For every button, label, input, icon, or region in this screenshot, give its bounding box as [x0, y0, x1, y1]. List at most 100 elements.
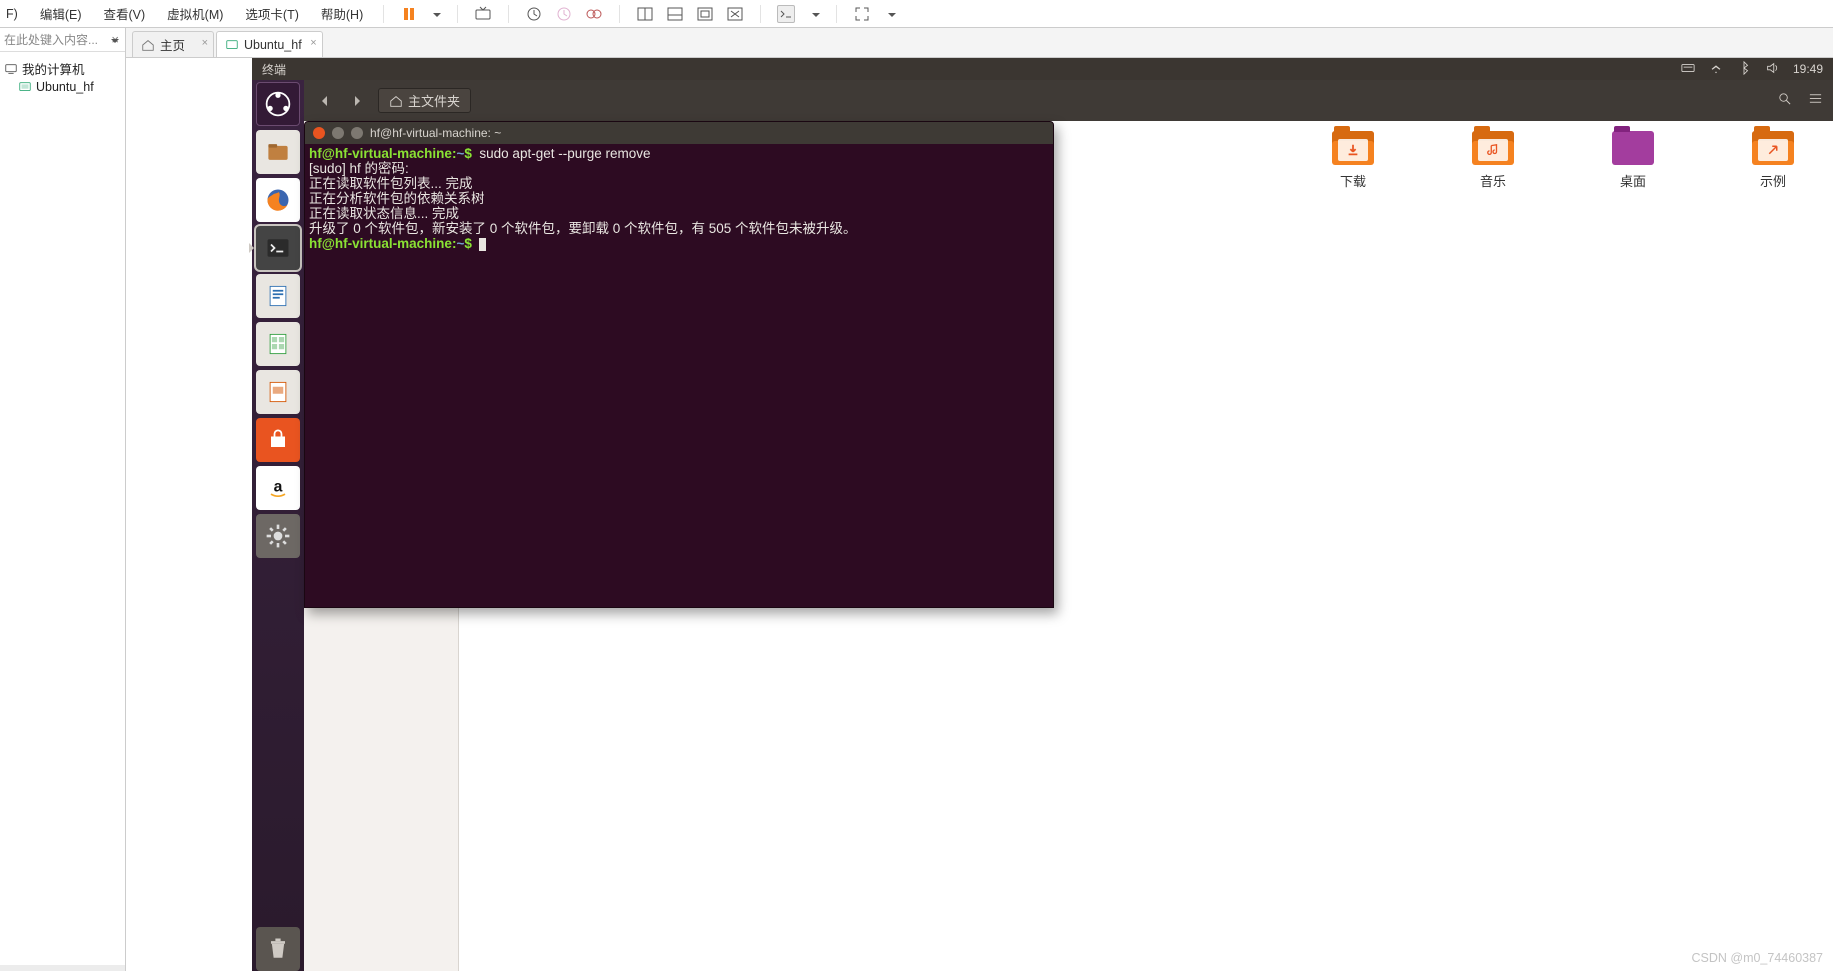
nav-back-button[interactable]: [314, 90, 336, 112]
tree-item-label: Ubuntu_hf: [36, 80, 94, 94]
vm-icon: [225, 38, 239, 52]
host-body: × 在此处键入内容... 我的计算机 Ubuntu_hf 主页 ×: [0, 28, 1833, 971]
search-placeholder: 在此处键入内容...: [4, 31, 98, 48]
watermark: CSDN @m0_74460387: [1691, 951, 1823, 965]
menu-view[interactable]: 查看(V): [99, 2, 149, 25]
tree-root-label: 我的计算机: [22, 59, 85, 78]
terminal-command: sudo apt-get --purge remove: [479, 146, 650, 161]
menu-help[interactable]: 帮助(H): [317, 2, 367, 25]
terminal-line: 正在分析软件包的依赖关系树: [309, 191, 485, 206]
search-dropdown-icon[interactable]: [111, 39, 119, 47]
terminal-line: 正在读取状态信息... 完成: [309, 206, 459, 221]
dash-icon[interactable]: [256, 82, 300, 126]
firefox-icon[interactable]: [256, 178, 300, 222]
path-label: 主文件夹: [408, 91, 460, 110]
clock[interactable]: 19:49: [1793, 62, 1823, 76]
keyboard-icon[interactable]: [1681, 61, 1695, 78]
library-tree: 我的计算机 Ubuntu_hf: [0, 52, 125, 101]
view-list-icon[interactable]: [1808, 91, 1823, 111]
active-app-title: 终端: [262, 61, 286, 78]
writer-icon[interactable]: [256, 274, 300, 318]
snapshot-group: [525, 5, 603, 23]
system-settings-icon[interactable]: [256, 514, 300, 558]
console-view-icon[interactable]: [777, 5, 795, 23]
terminal-icon[interactable]: [256, 226, 300, 270]
vm-tab-bar: 主页 × Ubuntu_hf ×: [126, 28, 1833, 58]
computer-icon: [4, 62, 18, 76]
folder-label: 示例: [1760, 171, 1786, 190]
folder-download[interactable]: 下载: [1323, 131, 1383, 190]
view-split-icon[interactable]: [636, 5, 654, 23]
sidebar-resize-handle[interactable]: [0, 965, 125, 971]
window-minimize-icon[interactable]: [332, 127, 344, 139]
view-unity-icon[interactable]: [696, 5, 714, 23]
terminal-line: 升级了 0 个软件包，新安装了 0 个软件包，要卸载 0 个软件包，有 505 …: [309, 221, 857, 236]
vm-power-group: [400, 5, 441, 23]
prompt-user: hf@hf-virtual-machine: [309, 146, 452, 161]
files-icon[interactable]: [256, 130, 300, 174]
folder-desktop[interactable]: 桌面: [1603, 131, 1663, 190]
separator: [836, 5, 837, 23]
folder-label: 音乐: [1480, 171, 1506, 190]
snapshot-revert-icon[interactable]: [555, 5, 573, 23]
terminal-titlebar[interactable]: hf@hf-virtual-machine: ~: [305, 122, 1053, 144]
window-maximize-icon[interactable]: [351, 127, 363, 139]
tree-root-my-computer[interactable]: 我的计算机: [4, 58, 121, 79]
separator: [619, 5, 620, 23]
ubuntu-top-bar: 终端 19:49: [252, 58, 1833, 80]
network-icon[interactable]: [1709, 61, 1723, 78]
cursor: [479, 238, 486, 251]
guest-ubuntu-screen: 终端 19:49 主文件夹: [252, 58, 1833, 971]
menu-edit[interactable]: 编辑(E): [36, 2, 86, 25]
tab-home[interactable]: 主页 ×: [132, 31, 214, 57]
bluetooth-icon[interactable]: [1737, 61, 1751, 78]
nautilus-toolbar: 主文件夹: [304, 80, 1833, 121]
library-search[interactable]: 在此处键入内容...: [0, 28, 125, 52]
tab-home-label: 主页: [160, 35, 185, 54]
terminal-window[interactable]: hf@hf-virtual-machine: ~ hf@hf-virtual-m…: [304, 121, 1054, 608]
path-bar[interactable]: 主文件夹: [378, 88, 471, 113]
menu-tabs[interactable]: 选项卡(T): [241, 2, 302, 25]
tab-ubuntu-hf[interactable]: Ubuntu_hf ×: [216, 31, 323, 57]
terminal-line: [sudo] hf 的密码:: [309, 161, 409, 176]
impress-icon[interactable]: [256, 370, 300, 414]
separator: [457, 5, 458, 23]
system-indicators: 19:49: [1681, 61, 1823, 78]
folder-icons-row: 下载 音乐 桌面 示例: [1323, 131, 1803, 190]
send-ctrl-alt-del-icon[interactable]: [474, 5, 492, 23]
menu-file-suffix[interactable]: F): [2, 5, 22, 23]
snapshot-manage-icon[interactable]: [585, 5, 603, 23]
folder-examples[interactable]: 示例: [1743, 131, 1803, 190]
calc-icon[interactable]: [256, 322, 300, 366]
menu-vm[interactable]: 虚拟机(M): [163, 2, 227, 25]
folder-music[interactable]: 音乐: [1463, 131, 1523, 190]
window-close-icon[interactable]: [313, 127, 325, 139]
close-icon[interactable]: ×: [310, 37, 316, 49]
search-icon[interactable]: [1777, 91, 1792, 111]
console-dropdown-icon[interactable]: [812, 13, 820, 21]
view-exclusive-icon[interactable]: [726, 5, 744, 23]
prompt-user: hf@hf-virtual-machine: [309, 236, 452, 251]
terminal-title: hf@hf-virtual-machine: ~: [370, 126, 501, 140]
close-icon[interactable]: ×: [202, 37, 208, 49]
power-dropdown-icon[interactable]: [433, 13, 441, 21]
terminal-body[interactable]: hf@hf-virtual-machine:~$ sudo apt-get --…: [305, 144, 1053, 607]
trash-icon[interactable]: [256, 927, 300, 971]
nav-forward-button[interactable]: [346, 90, 368, 112]
svg-text:a: a: [274, 479, 283, 496]
pause-icon[interactable]: [400, 5, 418, 23]
fullscreen-dropdown-icon[interactable]: [888, 13, 896, 21]
terminal-line: 正在读取软件包列表... 完成: [309, 176, 473, 191]
separator: [760, 5, 761, 23]
snapshot-take-icon[interactable]: [525, 5, 543, 23]
folder-label: 桌面: [1620, 171, 1646, 190]
home-icon: [141, 38, 155, 52]
ubuntu-software-icon[interactable]: [256, 418, 300, 462]
unity-launcher: a: [252, 80, 304, 971]
view-single-icon[interactable]: [666, 5, 684, 23]
tree-item-ubuntu-hf[interactable]: Ubuntu_hf: [4, 79, 121, 95]
volume-icon[interactable]: [1765, 61, 1779, 78]
amazon-icon[interactable]: a: [256, 466, 300, 510]
fullscreen-icon[interactable]: [853, 5, 871, 23]
tab-vm-label: Ubuntu_hf: [244, 38, 302, 52]
